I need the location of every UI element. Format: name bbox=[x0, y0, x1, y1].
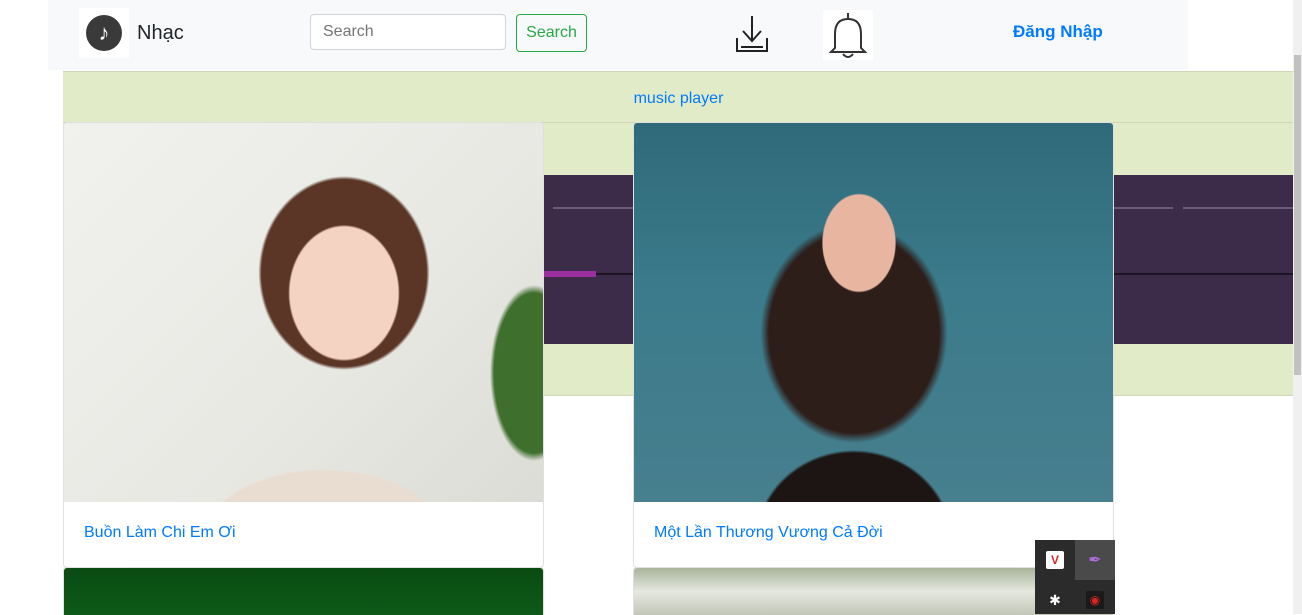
search-button[interactable]: Search bbox=[516, 14, 587, 52]
music-player-link[interactable]: music player bbox=[63, 90, 1294, 108]
song-card[interactable]: Một Lần Thương Vương Cả Đời bbox=[633, 122, 1114, 568]
tray-overflow-popup: V ✒ ✱ ◉ bbox=[1035, 540, 1115, 614]
download-icon bbox=[736, 16, 768, 52]
feather-pen-icon[interactable]: ✒ bbox=[1086, 551, 1104, 569]
brand-logo[interactable]: ♪ bbox=[79, 8, 129, 58]
song-title-link[interactable]: Một Lần Thương Vương Cả Đời bbox=[654, 524, 1093, 542]
login-link[interactable]: Đăng Nhập bbox=[1013, 22, 1103, 42]
brand[interactable]: ♪ Nhạc bbox=[79, 8, 184, 58]
vivaldi-icon[interactable]: V bbox=[1046, 551, 1064, 569]
search-input[interactable] bbox=[310, 14, 506, 50]
player-progress-fill[interactable] bbox=[543, 271, 596, 277]
notification-button[interactable] bbox=[823, 10, 873, 60]
brand-name[interactable]: Nhạc bbox=[137, 22, 184, 45]
player-line bbox=[553, 207, 633, 209]
page-scrollbar[interactable] bbox=[1293, 0, 1302, 614]
slack-icon[interactable]: ✱ bbox=[1046, 591, 1064, 609]
song-cover-image[interactable] bbox=[64, 123, 543, 502]
bell-icon bbox=[828, 13, 868, 58]
card-body: Buồn Làm Chi Em Ơi bbox=[64, 502, 543, 564]
music-note-icon: ♪ bbox=[86, 15, 122, 51]
game-controller-icon[interactable]: ◉ bbox=[1086, 591, 1104, 609]
song-title-link[interactable]: Buồn Làm Chi Em Ơi bbox=[84, 524, 523, 542]
song-card[interactable] bbox=[63, 567, 544, 615]
download-button[interactable] bbox=[734, 14, 770, 54]
top-navbar: ♪ Nhạc Search Đăng Nhập bbox=[48, 0, 1188, 70]
scrollbar-thumb[interactable] bbox=[1294, 55, 1301, 375]
song-cover-image[interactable] bbox=[634, 123, 1113, 502]
song-card[interactable]: Buồn Làm Chi Em Ơi bbox=[63, 122, 544, 568]
song-cover-image[interactable] bbox=[64, 568, 543, 615]
player-line bbox=[1183, 207, 1293, 209]
player-line bbox=[1113, 207, 1173, 209]
